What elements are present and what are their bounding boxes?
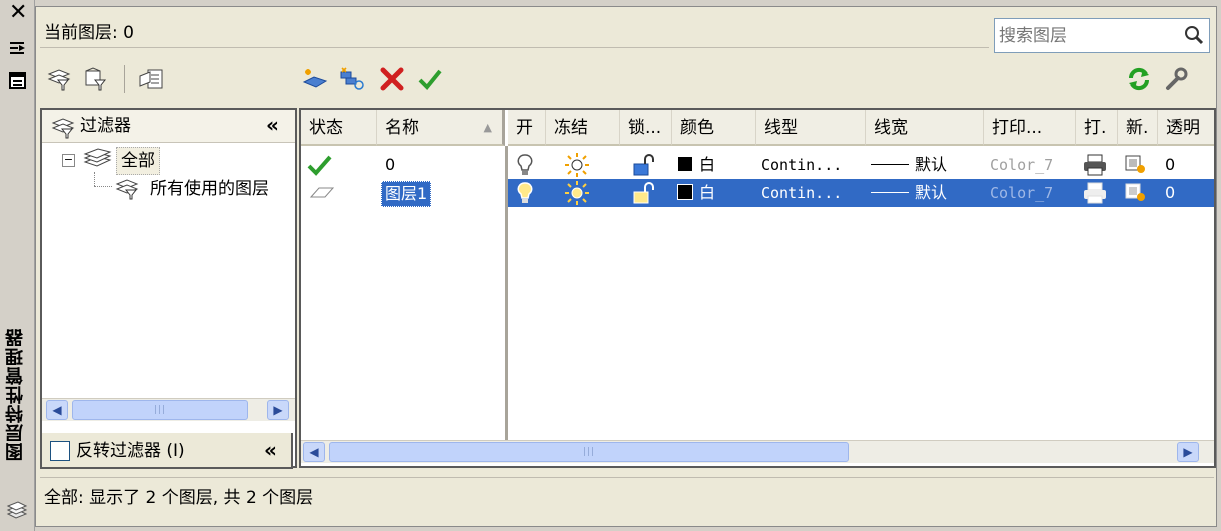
new-vp-freeze-icon[interactable]	[1123, 153, 1151, 177]
col-status[interactable]: 状态	[301, 110, 377, 146]
filter-hscrollbar[interactable]: ◀ ||| ▶	[42, 398, 295, 421]
status-bar: 全部: 显示了 2 个图层, 共 2 个图层	[40, 477, 1214, 518]
transparency-cell[interactable]: 0	[1165, 179, 1205, 207]
layer-status-icon	[309, 187, 335, 198]
unlocked-padlock-icon[interactable]	[631, 153, 659, 177]
col-lineweight[interactable]: 线宽	[866, 110, 984, 146]
lineweight-cell[interactable]: 默认	[871, 151, 983, 179]
layer-list-pane[interactable]: 状态 名称 ▲ 开 冻结 锁... 颜色 线型 线宽 打印... 打. 新. 透明…	[299, 108, 1216, 468]
tree-collapse-icon[interactable]: −	[62, 154, 75, 167]
plotstyle-cell[interactable]: Color_7	[990, 179, 1074, 207]
properties-menu-icon[interactable]	[9, 72, 27, 90]
new-layer-icon[interactable]	[299, 64, 331, 94]
sun-thawed-icon[interactable]	[563, 152, 591, 178]
table-row[interactable]: 0 白 Contin... 默认 Color_7 0	[301, 151, 1214, 179]
filter-tree-pane[interactable]: 过滤器 « − 全部 所有使用的图层 ◀ ||| ▶	[40, 108, 297, 468]
list-hscrollbar[interactable]: ◀ ||| ▶	[301, 440, 1214, 463]
layer-stack-icon	[6, 501, 28, 519]
invert-filter-label: 反转过滤器 (I)	[76, 441, 185, 461]
table-row[interactable]: 图层1 白 Contin... 默认 Color_7 0	[301, 179, 1214, 207]
layer-states-manager-icon[interactable]	[136, 64, 166, 94]
new-property-filter-icon[interactable]	[44, 64, 74, 94]
color-cell[interactable]: 白	[677, 151, 753, 179]
transparency-cell[interactable]: 0	[1165, 151, 1205, 179]
sun-thawed-icon[interactable]	[563, 180, 591, 206]
col-plotstyle[interactable]: 打印...	[984, 110, 1076, 146]
col-transparency[interactable]: 透明	[1158, 110, 1214, 146]
color-cell[interactable]: 白	[677, 179, 753, 207]
filter-header-label: 过滤器	[80, 116, 131, 136]
tree-item-all-used[interactable]: 所有使用的图层	[150, 176, 269, 202]
color-swatch	[677, 184, 693, 200]
current-layer-check-icon	[307, 155, 332, 176]
lightbulb-on-icon[interactable]	[515, 153, 535, 177]
search-input[interactable]	[995, 19, 1181, 52]
layer-manager-panel: 当前图层: 0 过滤器 « −	[35, 6, 1217, 527]
scroll-right-icon[interactable]: ▶	[267, 400, 289, 420]
auto-hide-icon[interactable]	[9, 40, 27, 58]
col-color[interactable]: 颜色	[672, 110, 756, 146]
tree-line	[94, 172, 96, 186]
search-icon[interactable]	[1183, 24, 1205, 46]
collapse-filter-pane-icon[interactable]: «	[266, 110, 279, 140]
set-current-icon[interactable]	[414, 64, 446, 94]
invert-filter-row: 反转过滤器 (I) «	[40, 433, 293, 471]
settings-wrench-icon[interactable]	[1161, 64, 1191, 94]
plotstyle-cell[interactable]: Color_7	[990, 151, 1074, 179]
delete-layer-icon[interactable]	[376, 64, 408, 94]
tree-item-all[interactable]: 全部	[116, 147, 160, 175]
filter-icon	[51, 118, 75, 139]
color-swatch	[677, 156, 693, 172]
filter-icon	[115, 179, 139, 200]
close-icon[interactable]: ✕	[9, 2, 27, 24]
linetype-cell[interactable]: Contin...	[761, 151, 865, 179]
new-vp-freeze-icon[interactable]	[1123, 181, 1151, 205]
printer-icon[interactable]	[1081, 153, 1109, 177]
col-on[interactable]: 开	[508, 110, 546, 146]
palette-title-strip[interactable]: ✕ 图层特性管理器	[0, 0, 35, 531]
layer-name[interactable]: 0	[385, 151, 495, 179]
refresh-icon[interactable]	[1124, 64, 1154, 94]
current-layer-label: 当前图层: 0	[40, 13, 989, 48]
new-group-filter-icon[interactable]	[81, 64, 111, 94]
col-freeze[interactable]: 冻结	[546, 110, 620, 146]
scroll-right-icon[interactable]: ▶	[1177, 442, 1199, 462]
printer-icon[interactable]	[1081, 181, 1109, 205]
col-linetype[interactable]: 线型	[756, 110, 866, 146]
collapse-filter-icon[interactable]: «	[264, 433, 277, 467]
palette-title: 图层特性管理器	[5, 328, 26, 462]
search-box[interactable]	[994, 18, 1210, 53]
lineweight-cell[interactable]: 默认	[871, 179, 983, 207]
col-newvp[interactable]: 新.	[1118, 110, 1158, 146]
layer-name-editing[interactable]: 图层1	[381, 181, 432, 207]
new-layer-vp-frozen-icon[interactable]	[336, 64, 368, 94]
scroll-left-icon[interactable]: ◀	[46, 400, 68, 420]
linetype-cell[interactable]: Contin...	[761, 179, 865, 207]
toolbar-separator	[124, 65, 125, 93]
invert-filter-checkbox[interactable]	[50, 441, 70, 461]
scroll-thumb[interactable]: |||	[329, 442, 849, 462]
lightbulb-on-icon[interactable]	[515, 181, 535, 205]
sort-asc-icon: ▲	[483, 121, 492, 134]
layers-all-icon	[83, 148, 112, 167]
unlocked-padlock-icon[interactable]	[631, 181, 659, 205]
col-lock[interactable]: 锁...	[620, 110, 672, 146]
col-name[interactable]: 名称 ▲	[377, 110, 505, 146]
scroll-thumb[interactable]: |||	[72, 400, 248, 420]
col-plot[interactable]: 打.	[1076, 110, 1118, 146]
filter-header: 过滤器 «	[42, 110, 295, 143]
tree-line	[94, 186, 112, 188]
scroll-left-icon[interactable]: ◀	[303, 442, 325, 462]
